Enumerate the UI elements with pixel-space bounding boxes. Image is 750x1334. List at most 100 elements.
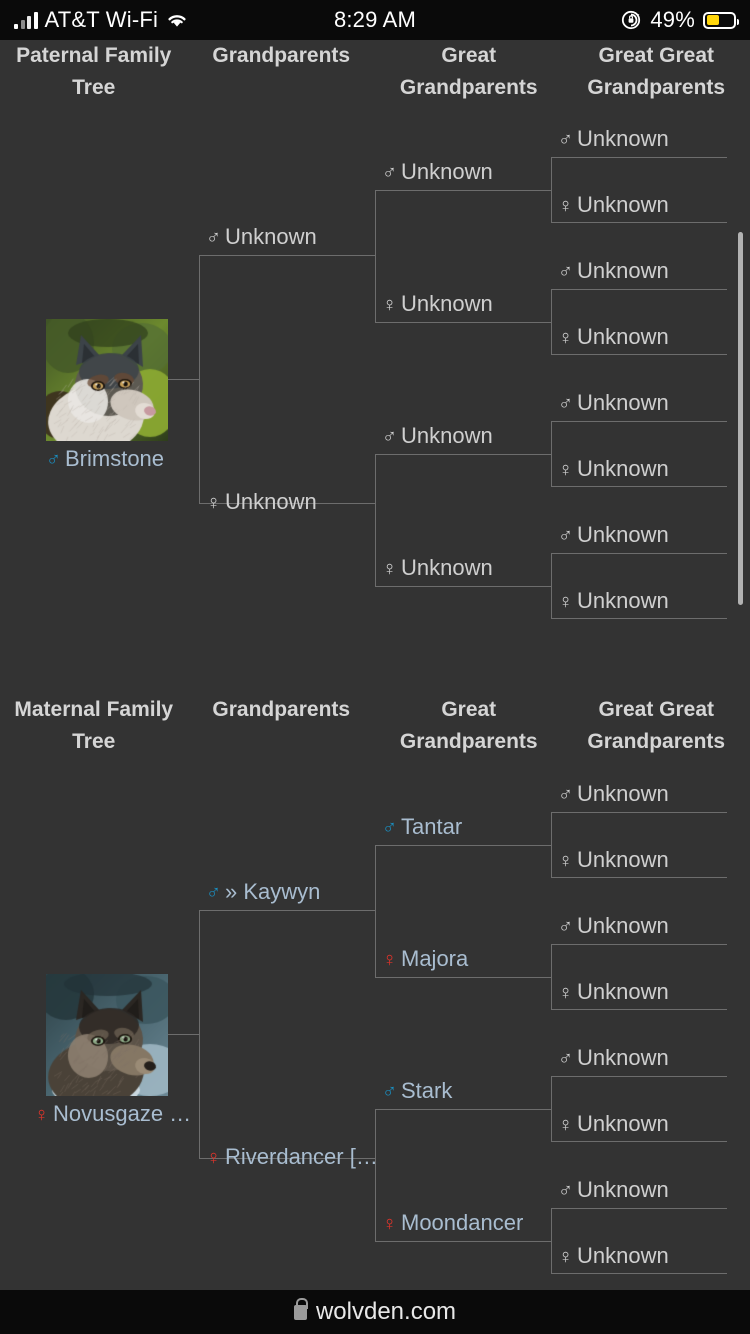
maternal-great-grandparent-5-label: Unknown — [577, 1045, 669, 1070]
male-symbol-icon: ♂ — [382, 426, 397, 448]
maternal-great-grandparent-8[interactable]: ♀ Unknown — [558, 1243, 669, 1269]
paternal-great-grandparent-5-label: Unknown — [577, 390, 669, 415]
battery-percent-label: 49% — [650, 7, 695, 33]
maternal-grandparent-4-label: Moondancer — [401, 1210, 523, 1235]
paternal-column-header-greatgreat: Great Great Grandparents — [563, 40, 750, 104]
portrait-brimstone[interactable] — [46, 319, 168, 441]
maternal-great-grandparent-3-label: Unknown — [577, 913, 669, 938]
battery-fill — [707, 15, 720, 25]
wolf-portrait-image — [46, 319, 168, 441]
paternal-great-grandparent-1-label: Unknown — [577, 126, 669, 151]
male-symbol-icon: ♂ — [46, 449, 61, 471]
paternal-great-grandparent-2[interactable]: ♀ Unknown — [558, 192, 669, 218]
paternal-mother[interactable]: ♀ Unknown — [206, 489, 317, 515]
maternal-grandparent-1[interactable]: ♂ Tantar — [382, 814, 462, 840]
maternal-great-grandparent-4[interactable]: ♀ Unknown — [558, 979, 669, 1005]
female-symbol-icon: ♀ — [206, 492, 221, 514]
male-symbol-icon: ♂ — [382, 817, 397, 839]
connector-subject-maternal — [168, 1034, 199, 1035]
paternal-great-grandparent-3[interactable]: ♂ Unknown — [558, 258, 669, 284]
maternal-great-grandparent-1-label: Unknown — [577, 781, 669, 806]
paternal-grandparent-3[interactable]: ♂ Unknown — [382, 423, 493, 449]
maternal-great-grandparent-5[interactable]: ♂ Unknown — [558, 1045, 669, 1071]
female-symbol-icon: ♀ — [382, 1213, 397, 1235]
portrait-novusgaze[interactable] — [46, 974, 168, 1096]
maternal-header-row: Maternal Family Tree Grandparents Great … — [0, 694, 750, 758]
paternal-great-grandparent-2-label: Unknown — [577, 192, 669, 217]
maternal-father[interactable]: ♂» Kaywyn — [206, 879, 320, 905]
female-symbol-icon: ♀ — [558, 1246, 573, 1268]
paternal-grandparent-1-label: Unknown — [401, 159, 493, 184]
subject-paternal-name[interactable]: ♂ Brimstone — [46, 446, 164, 472]
male-symbol-icon: ♂ — [558, 916, 573, 938]
lock-icon — [294, 1305, 307, 1320]
maternal-great-grandparent-4-label: Unknown — [577, 979, 669, 1004]
vertical-scrollbar[interactable] — [738, 232, 743, 605]
battery-icon — [703, 12, 736, 29]
paternal-grandparent-3-label: Unknown — [401, 423, 493, 448]
browser-bottom-bar: wolvden.com — [0, 1290, 750, 1334]
maternal-grandparent-2[interactable]: ♀ Majora — [382, 946, 468, 972]
paternal-great-grandparent-7[interactable]: ♂ Unknown — [558, 522, 669, 548]
url-label[interactable]: wolvden.com — [316, 1298, 456, 1326]
paternal-grandparent-4[interactable]: ♀ Unknown — [382, 555, 493, 581]
paternal-great-grandparent-6-label: Unknown — [577, 456, 669, 481]
maternal-great-grandparent-6[interactable]: ♀ Unknown — [558, 1111, 669, 1137]
connector-subject-paternal — [168, 379, 199, 380]
maternal-great-grandparent-3[interactable]: ♂ Unknown — [558, 913, 669, 939]
maternal-grandparent-1-label: Tantar — [401, 814, 462, 839]
paternal-great-grandparent-4[interactable]: ♀ Unknown — [558, 324, 669, 350]
paternal-column-header-great: Great Grandparents — [375, 40, 563, 104]
maternal-great-grandparent-7-label: Unknown — [577, 1177, 669, 1202]
maternal-great-grandparent-2-label: Unknown — [577, 847, 669, 872]
paternal-grandparent-2-label: Unknown — [401, 291, 493, 316]
maternal-column-header-great: Great Grandparents — [375, 694, 563, 758]
rotation-lock-icon — [620, 9, 642, 31]
paternal-great-grandparent-8-label: Unknown — [577, 588, 669, 613]
maternal-grandparent-3[interactable]: ♂ Stark — [382, 1078, 452, 1104]
male-symbol-icon: ♂ — [558, 1180, 573, 1202]
maternal-great-grandparent-6-label: Unknown — [577, 1111, 669, 1136]
paternal-great-grandparent-3-label: Unknown — [577, 258, 669, 283]
male-symbol-icon: ♂ — [558, 393, 573, 415]
maternal-mother[interactable]: ♀ Riverdancer [… — [206, 1144, 378, 1170]
paternal-great-grandparent-5[interactable]: ♂ Unknown — [558, 390, 669, 416]
female-symbol-icon: ♀ — [558, 195, 573, 217]
subject-maternal-label: Novusgaze … — [53, 1101, 191, 1126]
male-symbol-icon: ♂ — [558, 525, 573, 547]
male-symbol-icon: ♂ — [558, 784, 573, 806]
paternal-grandparent-1[interactable]: ♂ Unknown — [382, 159, 493, 185]
male-symbol-icon: ♂ — [558, 1048, 573, 1070]
male-symbol-icon: ♂ — [206, 882, 221, 904]
wolf-portrait-image — [46, 974, 168, 1096]
female-symbol-icon: ♀ — [206, 1147, 221, 1169]
status-bar-right: 49% — [620, 7, 736, 33]
paternal-great-grandparent-8[interactable]: ♀ Unknown — [558, 588, 669, 614]
female-symbol-icon: ♀ — [558, 459, 573, 481]
maternal-great-grandparent-1[interactable]: ♂ Unknown — [558, 781, 669, 807]
paternal-column-header-subject: Paternal Family Tree — [0, 40, 188, 104]
maternal-column-header-subject: Maternal Family Tree — [0, 694, 188, 758]
paternal-great-grandparent-1[interactable]: ♂ Unknown — [558, 126, 669, 152]
subject-maternal-name[interactable]: ♀ Novusgaze … — [34, 1101, 191, 1127]
female-symbol-icon: ♀ — [382, 294, 397, 316]
paternal-great-grandparent-6[interactable]: ♀ Unknown — [558, 456, 669, 482]
maternal-grandparent-4[interactable]: ♀ Moondancer — [382, 1210, 523, 1236]
paternal-grandparent-2[interactable]: ♀ Unknown — [382, 291, 493, 317]
paternal-great-grandparent-4-label: Unknown — [577, 324, 669, 349]
maternal-grandparent-3-label: Stark — [401, 1078, 452, 1103]
maternal-mother-label: Riverdancer [… — [225, 1144, 378, 1169]
maternal-great-grandparent-2[interactable]: ♀ Unknown — [558, 847, 669, 873]
male-symbol-icon: ♂ — [558, 261, 573, 283]
paternal-great-grandparent-7-label: Unknown — [577, 522, 669, 547]
male-symbol-icon: ♂ — [558, 129, 573, 151]
female-symbol-icon: ♀ — [558, 327, 573, 349]
paternal-father-label: Unknown — [225, 224, 317, 249]
female-symbol-icon: ♀ — [382, 558, 397, 580]
maternal-great-grandparent-7[interactable]: ♂ Unknown — [558, 1177, 669, 1203]
female-symbol-icon: ♀ — [558, 982, 573, 1004]
paternal-grandparent-4-label: Unknown — [401, 555, 493, 580]
bracket-paternal-parents — [199, 255, 375, 504]
paternal-father[interactable]: ♂ Unknown — [206, 224, 317, 250]
maternal-father-label: » Kaywyn — [225, 879, 320, 904]
